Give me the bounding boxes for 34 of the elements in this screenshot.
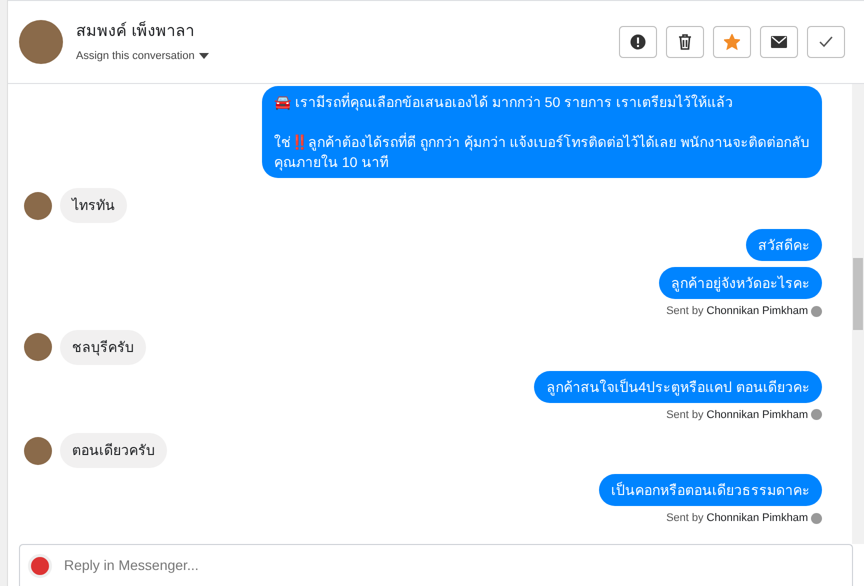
avatar — [24, 192, 52, 220]
message-bubble: สวัสดีคะ — [746, 229, 822, 261]
reply-field[interactable]: Reply in Messenger... — [19, 544, 853, 586]
page-avatar — [28, 554, 52, 578]
delete-button[interactable] — [666, 26, 704, 58]
trash-icon — [678, 34, 692, 50]
message-bubble: เป็นคอกหรือตอนเดียวธรรมดาคะ — [599, 474, 822, 506]
avatar — [19, 20, 63, 64]
avatar — [24, 333, 52, 361]
envelope-icon — [771, 36, 787, 48]
message-bubble: ไทรทัน — [60, 188, 127, 223]
sender-name: Chonnikan Pimkham — [706, 304, 808, 319]
checkmark-icon — [819, 36, 833, 48]
message-bubble: 🚘 เรามีรถที่คุณเลือกข้อเสนอเองได้ มากกว่า 50 รายการ เราเตรียมไว้ให้แล้ว ใช่‼ลูกค้าต้องได้รถที่ดี ถูกกว่า คุ้มกว่า แจ้งเบอร์โทรติดต่อไว้ได้เลย พนักงานจะติดต่อกลับคุณภายใน 10 นาที — [262, 86, 822, 178]
message-bubble: ตอนเดียวครับ — [60, 433, 167, 468]
assign-dropdown[interactable]: Assign this conversation — [76, 48, 209, 64]
mark-unread-button[interactable] — [760, 26, 798, 58]
sender-name: Chonnikan Pimkham — [706, 408, 808, 422]
sent-by-label: Sent by — [666, 304, 704, 319]
warning-icon — [630, 34, 646, 50]
reply-input[interactable]: Reply in Messenger... — [64, 555, 844, 576]
sender-name: Chonnikan Pimkham — [706, 511, 808, 526]
done-button[interactable] — [807, 26, 845, 58]
message-bubble: ลูกค้าอยู่จังหวัดอะไรคะ — [659, 267, 822, 299]
message-bubble: ชลบุรีครับ — [60, 330, 146, 364]
avatar — [24, 436, 52, 464]
caret-icon — [198, 53, 209, 59]
spam-button[interactable] — [619, 26, 657, 58]
message-bubble: ลูกค้าสนใจเป็น4ประตูหรือแคป ตอนเดียวคะ — [534, 370, 822, 402]
star-button[interactable] — [713, 26, 751, 58]
contact-name: สมพงค์ เพ็งพาลา — [76, 20, 196, 42]
sent-by-label: Sent by — [666, 511, 704, 526]
scrollbar[interactable] — [852, 84, 864, 544]
sent-by-label: Sent by — [666, 408, 704, 422]
